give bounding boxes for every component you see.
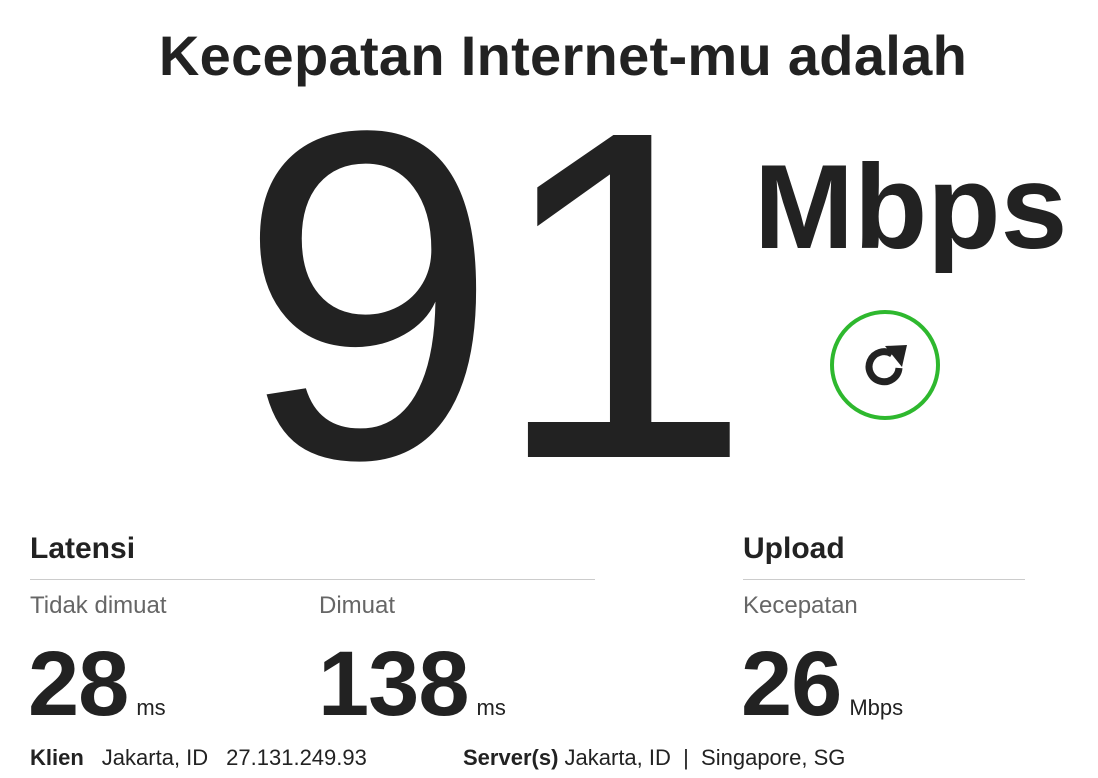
download-speed-value: 91 xyxy=(238,34,753,557)
upload-divider xyxy=(743,579,1025,580)
latency-unloaded-metric: 28 ms xyxy=(28,638,166,730)
server-info: Server(s) Jakarta, ID | Singapore, SG xyxy=(463,745,845,771)
upload-speed-unit: Mbps xyxy=(849,695,904,720)
server-label: Server(s) xyxy=(463,745,559,770)
client-info: Klien Jakarta, ID 27.131.249.93 xyxy=(30,745,367,771)
download-speed-unit: Mbps xyxy=(754,140,1068,274)
upload-speed-metric: 26 Mbps xyxy=(741,638,903,730)
upload-speed-value: 26 xyxy=(741,633,842,735)
latency-loaded-label: Dimuat xyxy=(319,592,396,619)
latency-title: Latensi xyxy=(30,532,136,565)
client-location: Jakarta, ID xyxy=(101,745,209,770)
upload-title: Upload xyxy=(743,532,845,565)
latency-loaded-unit: ms xyxy=(476,695,506,720)
latency-loaded-metric: 138 ms xyxy=(318,638,506,730)
latency-loaded-value: 138 xyxy=(318,633,469,735)
upload-speed-label: Kecepatan xyxy=(743,592,858,619)
client-label: Klien xyxy=(30,745,84,770)
refresh-icon xyxy=(855,335,915,395)
latency-unloaded-label: Tidak dimuat xyxy=(30,592,167,619)
client-ip: 27.131.249.93 xyxy=(226,745,367,770)
latency-unloaded-value: 28 xyxy=(28,633,129,735)
latency-unloaded-unit: ms xyxy=(136,695,166,720)
refresh-button[interactable] xyxy=(830,310,940,420)
server-locations: Jakarta, ID | Singapore, SG xyxy=(564,745,846,770)
latency-divider xyxy=(30,579,595,580)
